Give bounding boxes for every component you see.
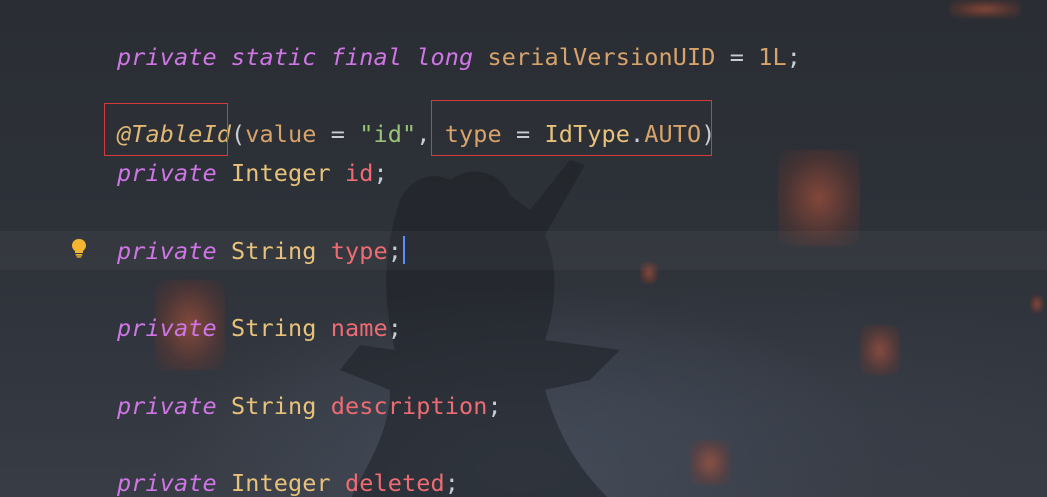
punctuation-token	[317, 392, 331, 420]
intention-bulb-icon[interactable]	[70, 238, 88, 258]
keyword-token: private	[117, 159, 217, 187]
field-name-token: name	[330, 314, 388, 342]
number-literal-token: 1L	[758, 43, 787, 71]
punctuation-token: (	[231, 120, 246, 148]
parameter-name-token: value	[245, 120, 317, 148]
code-line[interactable]: private Integer id;	[117, 158, 388, 188]
field-name-token: description	[330, 392, 488, 420]
punctuation-token: =	[715, 43, 759, 71]
punctuation-token: ;	[387, 237, 402, 265]
code-line[interactable]: private String type;	[117, 236, 405, 266]
code-line[interactable]: private String description;	[117, 391, 502, 421]
punctuation-token: ;	[487, 392, 502, 420]
type-token: Integer	[231, 469, 331, 497]
text-caret	[403, 236, 405, 264]
keyword-token: private	[117, 392, 217, 420]
punctuation-token	[317, 237, 331, 265]
code-line[interactable]: private static final long serialVersionU…	[117, 42, 801, 72]
punctuation-token	[317, 314, 331, 342]
type-token: String	[231, 392, 317, 420]
punctuation-token	[402, 43, 416, 71]
keyword-token: long	[416, 43, 474, 71]
editor-gutter	[0, 0, 100, 497]
punctuation-token: ;	[387, 314, 402, 342]
keyword-token: private	[117, 43, 217, 71]
string-literal-token: "id"	[359, 120, 417, 148]
code-line[interactable]: private String name;	[117, 313, 402, 343]
keyword-token: static	[231, 43, 317, 71]
field-name-token: id	[345, 159, 374, 187]
punctuation-token	[473, 43, 487, 71]
punctuation-token	[331, 159, 345, 187]
identifier-token: serialVersionUID	[487, 43, 716, 71]
punctuation-token	[317, 43, 331, 71]
keyword-token: final	[330, 43, 402, 71]
keyword-token: private	[117, 237, 217, 265]
punctuation-token	[217, 237, 231, 265]
type-param-highlight-box	[431, 100, 712, 156]
punctuation-token	[331, 469, 345, 497]
code-editor[interactable]: private static final long serialVersionU…	[117, 0, 1037, 497]
keyword-token: private	[117, 314, 217, 342]
type-token: String	[231, 237, 317, 265]
punctuation-token: ;	[786, 43, 801, 71]
punctuation-token: ;	[444, 469, 459, 497]
field-name-token: deleted	[345, 469, 445, 497]
code-line[interactable]: private Integer deleted;	[117, 468, 459, 497]
punctuation-token	[217, 392, 231, 420]
punctuation-token	[217, 469, 231, 497]
punctuation-token	[217, 43, 231, 71]
punctuation-token: ;	[373, 159, 388, 187]
punctuation-token: =	[316, 120, 360, 148]
punctuation-token	[217, 314, 231, 342]
punctuation-token	[217, 159, 231, 187]
type-token: Integer	[231, 159, 331, 187]
type-token: String	[231, 314, 317, 342]
keyword-token: private	[117, 469, 217, 497]
annotation-highlight-box	[104, 103, 228, 156]
field-name-token: type	[330, 237, 388, 265]
